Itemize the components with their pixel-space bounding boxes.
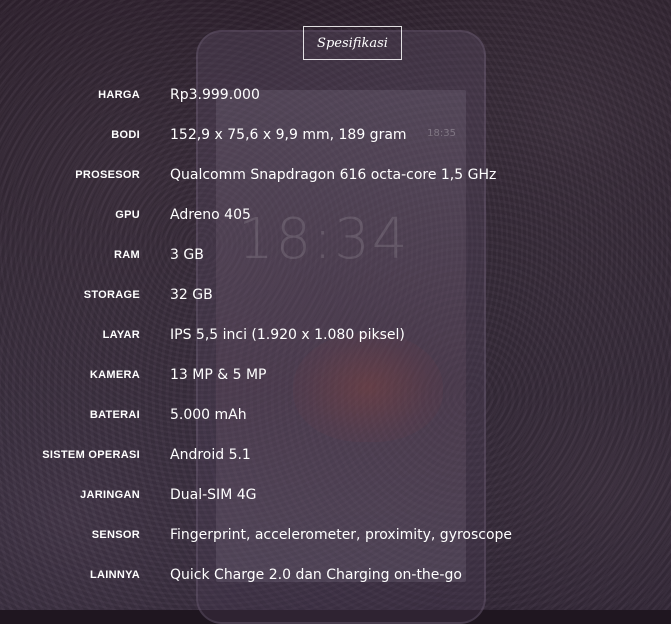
spec-label: BATERAI: [89, 409, 140, 421]
spec-label: KAMERA: [89, 369, 140, 381]
spec-row-harga: HARGA Rp3.999.000: [0, 76, 671, 116]
spec-row-bodi: BODI 152,9 x 75,6 x 9,9 mm, 189 gram: [0, 116, 671, 156]
spec-value: IPS 5,5 inci (1.920 x 1.080 piksel): [170, 327, 405, 343]
spec-row-sensor: SENSOR Fingerprint, accelerometer, proxi…: [0, 516, 671, 556]
spec-label: PROSESOR: [75, 169, 140, 181]
spec-list: HARGA Rp3.999.000 BODI 152,9 x 75,6 x 9,…: [0, 76, 671, 596]
spec-value: Adreno 405: [170, 207, 251, 223]
spec-value: 32 GB: [170, 287, 213, 303]
spec-label: LAINNYA: [90, 569, 140, 581]
spec-label: GPU: [115, 209, 140, 221]
spec-row-gpu: GPU Adreno 405: [0, 196, 671, 236]
spec-value: 3 GB: [170, 247, 204, 263]
spec-value: Rp3.999.000: [170, 87, 260, 103]
spec-label: SENSOR: [91, 529, 140, 541]
spec-row-prosesor: PROSESOR Qualcomm Snapdragon 616 octa-co…: [0, 156, 671, 196]
spec-row-jaringan: JARINGAN Dual-SIM 4G: [0, 476, 671, 516]
spec-label: JARINGAN: [80, 489, 140, 501]
spec-value: Android 5.1: [170, 447, 251, 463]
spec-value: Dual-SIM 4G: [170, 487, 257, 503]
section-title: Spesifikasi: [303, 26, 402, 60]
spec-label: RAM: [114, 249, 140, 261]
spec-value: Qualcomm Snapdragon 616 octa-core 1,5 GH…: [170, 167, 497, 183]
spec-label: HARGA: [98, 89, 140, 101]
spec-label: LAYAR: [102, 329, 140, 341]
spec-value: 13 MP & 5 MP: [170, 367, 267, 383]
spec-row-lainnya: LAINNYA Quick Charge 2.0 dan Charging on…: [0, 556, 671, 596]
spec-value: 5.000 mAh: [170, 407, 247, 423]
spec-row-kamera: KAMERA 13 MP & 5 MP: [0, 356, 671, 396]
spec-value: Quick Charge 2.0 dan Charging on-the-go: [170, 567, 462, 583]
spec-row-baterai: BATERAI 5.000 mAh: [0, 396, 671, 436]
spec-label: BODI: [111, 129, 140, 141]
spec-label: SISTEM OPERASI: [42, 449, 140, 461]
spec-value: 152,9 x 75,6 x 9,9 mm, 189 gram: [170, 127, 407, 143]
spec-row-layar: LAYAR IPS 5,5 inci (1.920 x 1.080 piksel…: [0, 316, 671, 356]
spec-row-storage: STORAGE 32 GB: [0, 276, 671, 316]
section-title-text: Spesifikasi: [317, 35, 388, 51]
spec-value: Fingerprint, accelerometer, proximity, g…: [170, 527, 513, 543]
spec-row-ram: RAM 3 GB: [0, 236, 671, 276]
spec-row-sistem-operasi: SISTEM OPERASI Android 5.1: [0, 436, 671, 476]
spec-label: STORAGE: [83, 289, 140, 301]
